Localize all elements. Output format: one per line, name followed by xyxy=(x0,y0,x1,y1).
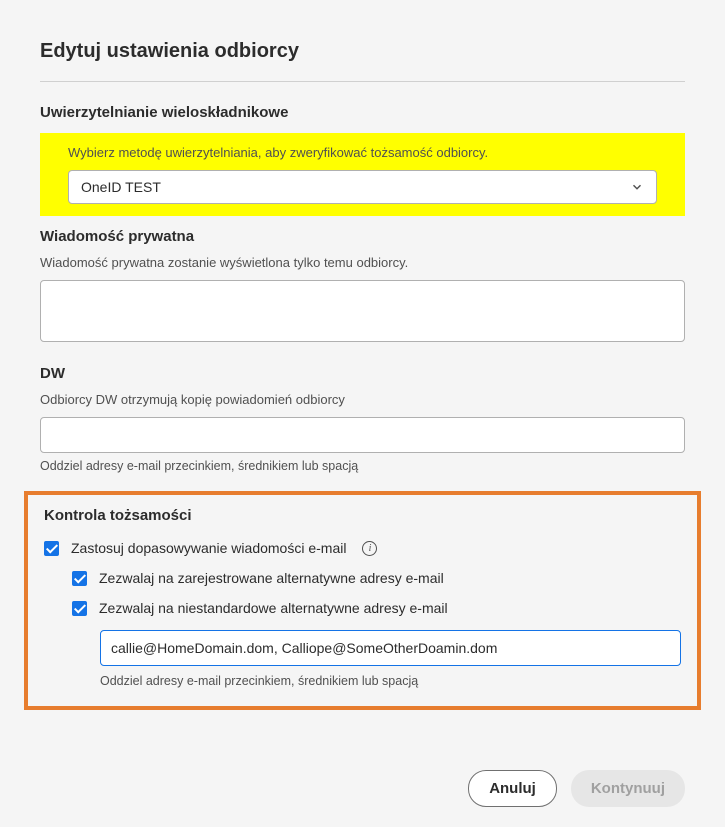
mfa-hint: Wybierz metodę uwierzytelniania, aby zwe… xyxy=(68,145,657,160)
cc-input[interactable] xyxy=(40,417,685,453)
private-message-hint: Wiadomość prywatna zostanie wyświetlona … xyxy=(40,255,685,270)
custom-emails-hint: Oddziel adresy e-mail przecinkiem, średn… xyxy=(100,674,681,688)
info-icon[interactable]: i xyxy=(362,541,377,556)
mfa-selected-value: OneID TEST xyxy=(81,179,161,195)
email-matching-row: Zastosuj dopasowywanie wiadomości e-mail… xyxy=(44,540,681,556)
cc-hint: Odbiorcy DW otrzymują kopię powiadomień … xyxy=(40,392,685,407)
mfa-heading: Uwierzytelnianie wieloskładnikowe xyxy=(40,104,685,121)
private-message-heading: Wiadomość prywatna xyxy=(40,228,685,245)
identity-heading: Kontrola tożsamości xyxy=(44,507,681,524)
cc-section: DW Odbiorcy DW otrzymują kopię powiadomi… xyxy=(40,365,685,473)
mfa-highlight: Wybierz metodę uwierzytelniania, aby zwe… xyxy=(40,133,685,216)
allow-custom-checkbox[interactable] xyxy=(72,601,87,616)
dialog-footer: Anuluj Kontynuuj xyxy=(40,770,685,807)
allow-custom-row: Zezwalaj na niestandardowe alternatywne … xyxy=(72,600,681,616)
cc-separator-hint: Oddziel adresy e-mail przecinkiem, średn… xyxy=(40,459,685,473)
cc-heading: DW xyxy=(40,365,685,382)
mfa-section: Uwierzytelnianie wieloskładnikowe xyxy=(40,104,685,121)
identity-control-highlight: Kontrola tożsamości Zastosuj dopasowywan… xyxy=(24,491,701,710)
private-message-section: Wiadomość prywatna Wiadomość prywatna zo… xyxy=(40,228,685,347)
allow-custom-label: Zezwalaj na niestandardowe alternatywne … xyxy=(99,600,448,616)
continue-button[interactable]: Kontynuuj xyxy=(571,770,685,807)
email-matching-label: Zastosuj dopasowywanie wiadomości e-mail xyxy=(71,540,346,556)
allow-registered-checkbox[interactable] xyxy=(72,571,87,586)
mfa-method-dropdown[interactable]: OneID TEST xyxy=(68,170,657,204)
chevron-down-icon xyxy=(630,180,644,194)
dialog-title: Edytuj ustawienia odbiorcy xyxy=(40,40,685,82)
custom-emails-wrap xyxy=(100,630,681,666)
allow-registered-label: Zezwalaj na zarejestrowane alternatywne … xyxy=(99,570,444,586)
edit-recipient-settings-dialog: Edytuj ustawienia odbiorcy Uwierzytelnia… xyxy=(0,0,725,827)
allow-registered-row: Zezwalaj na zarejestrowane alternatywne … xyxy=(72,570,681,586)
cancel-button[interactable]: Anuluj xyxy=(468,770,557,807)
private-message-input[interactable] xyxy=(40,280,685,342)
custom-emails-input[interactable] xyxy=(100,630,681,666)
email-matching-checkbox[interactable] xyxy=(44,541,59,556)
